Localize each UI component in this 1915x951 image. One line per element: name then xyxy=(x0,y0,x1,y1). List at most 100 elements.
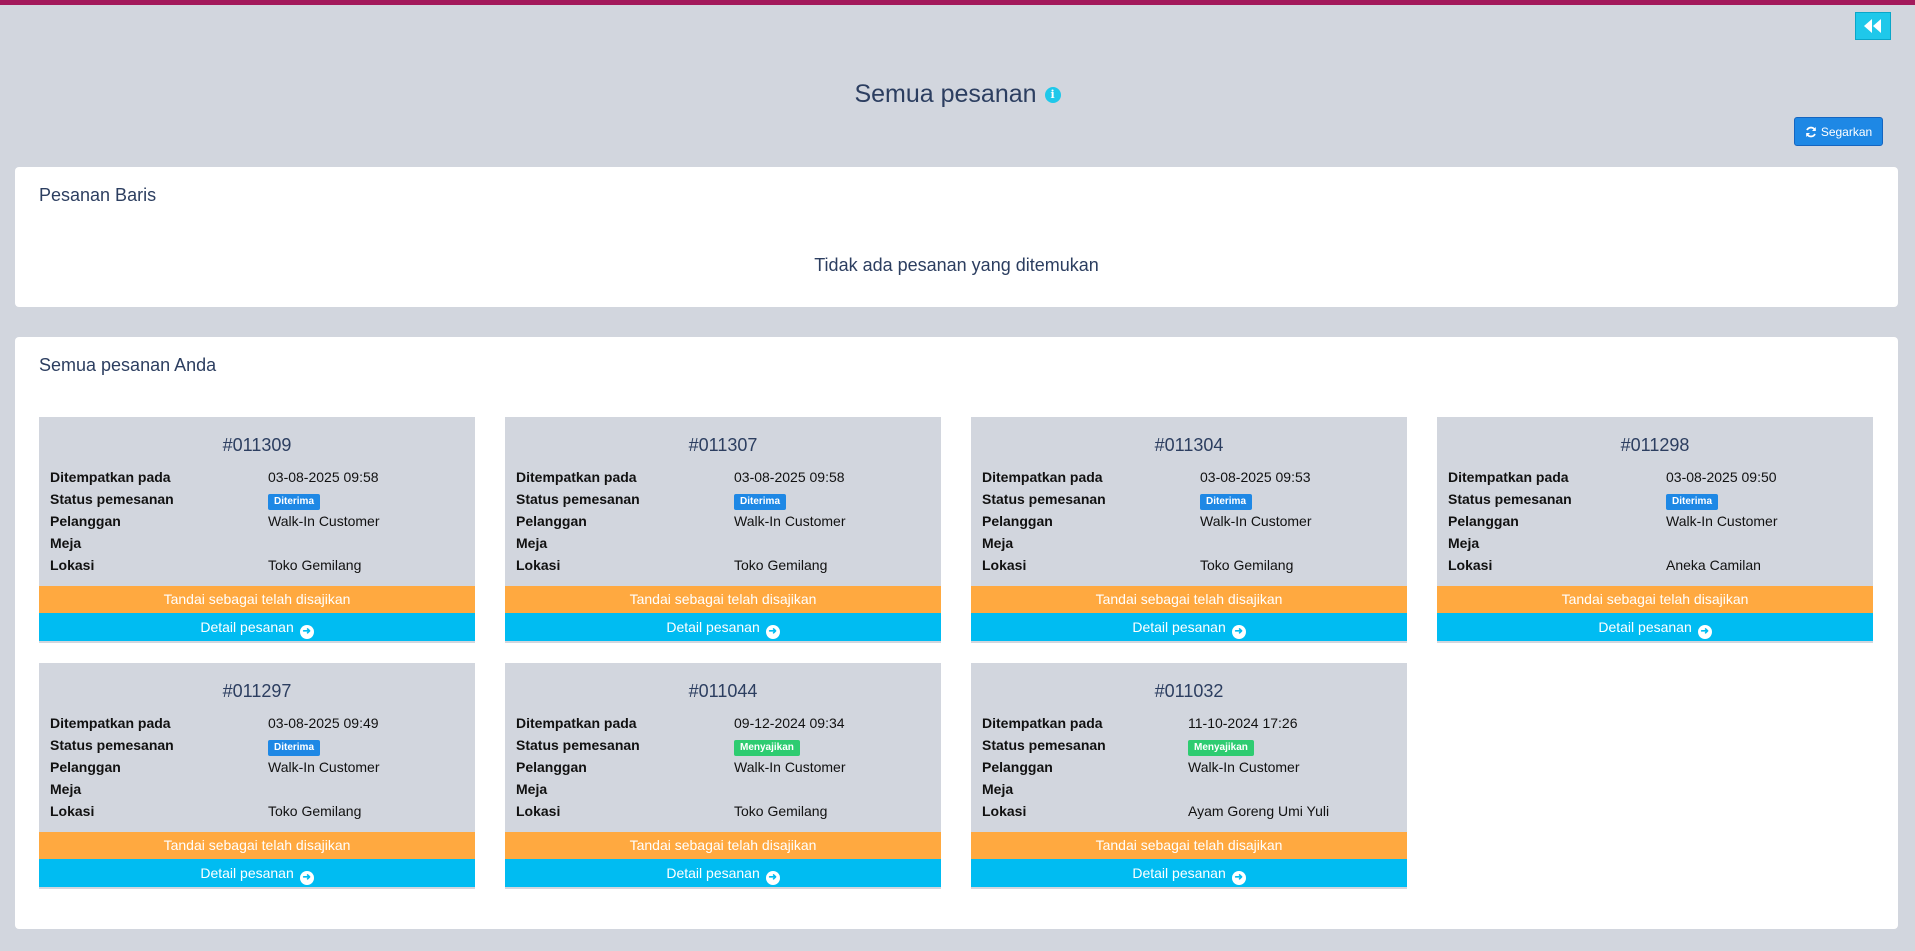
order-detail-label: Detail pesanan xyxy=(1132,619,1226,635)
order-detail-button[interactable]: Detail pesanan ➜ xyxy=(1437,613,1873,641)
customer-value: Walk-In Customer xyxy=(734,759,846,775)
status-label: Status pemesanan xyxy=(982,491,1106,507)
status-label: Status pemesanan xyxy=(516,491,640,507)
arrow-circle-right-icon: ➜ xyxy=(765,871,780,885)
order-card: #011309 Ditempatkan pada 03-08-2025 09:5… xyxy=(39,417,475,643)
location-row: Lokasi Ayam Goreng Umi Yuli xyxy=(982,803,1402,823)
placed-value: 03-08-2025 09:58 xyxy=(268,469,379,485)
placed-row: Ditempatkan pada 03-08-2025 09:50 xyxy=(1448,469,1868,489)
customer-label: Pelanggan xyxy=(516,513,587,529)
table-label: Meja xyxy=(982,535,1014,551)
placed-value: 03-08-2025 09:58 xyxy=(734,469,845,485)
mark-served-button[interactable]: Tandai sebagai telah disajikan xyxy=(971,832,1407,859)
order-card: #011304 Ditempatkan pada 03-08-2025 09:5… xyxy=(971,417,1407,643)
customer-row: Pelanggan Walk-In Customer xyxy=(516,759,936,779)
order-id: #011044 xyxy=(688,681,758,701)
order-card: #011297 Ditempatkan pada 03-08-2025 09:4… xyxy=(39,663,475,889)
mark-served-button[interactable]: Tandai sebagai telah disajikan xyxy=(505,832,941,859)
location-value: Toko Gemilang xyxy=(1200,557,1294,573)
placed-row: Ditempatkan pada 03-08-2025 09:58 xyxy=(50,469,470,489)
location-label: Lokasi xyxy=(50,557,95,573)
customer-value: Walk-In Customer xyxy=(1188,759,1300,775)
placed-value: 03-08-2025 09:53 xyxy=(1200,469,1311,485)
customer-label: Pelanggan xyxy=(982,759,1053,775)
status-row: Status pemesanan Diterima xyxy=(50,491,470,511)
refresh-label: Segarkan xyxy=(1820,124,1873,139)
refresh-button[interactable]: Segarkan xyxy=(1794,117,1883,146)
table-label: Meja xyxy=(1448,535,1480,551)
page-title-text: Semua pesanan xyxy=(854,80,1037,108)
collapse-button[interactable] xyxy=(1855,12,1891,40)
table-row: Meja xyxy=(1448,535,1868,555)
status-label: Status pemesanan xyxy=(1448,491,1572,507)
customer-label: Pelanggan xyxy=(50,759,121,775)
table-row: Meja xyxy=(516,535,936,555)
table-row: Meja xyxy=(50,535,470,555)
customer-row: Pelanggan Walk-In Customer xyxy=(50,513,470,533)
status-row: Status pemesanan Diterima xyxy=(516,491,936,511)
table-row: Meja xyxy=(982,781,1402,801)
customer-label: Pelanggan xyxy=(50,513,121,529)
empty-message: Tidak ada pesanan yang ditemukan xyxy=(814,255,1099,275)
arrow-circle-right-icon: ➜ xyxy=(299,871,314,885)
location-row: Lokasi Toko Gemilang xyxy=(50,803,470,823)
status-badge: Menyajikan xyxy=(1188,740,1254,756)
placed-row: Ditempatkan pada 11-10-2024 17:26 xyxy=(982,715,1402,735)
order-detail-label: Detail pesanan xyxy=(666,619,760,635)
placed-row: Ditempatkan pada 09-12-2024 09:34 xyxy=(516,715,936,735)
arrow-circle-right-icon: ➜ xyxy=(1231,625,1246,639)
order-id: #011297 xyxy=(222,681,292,701)
status-badge: Diterima xyxy=(734,494,787,510)
table-label: Meja xyxy=(50,535,82,551)
location-value: Toko Gemilang xyxy=(268,803,362,819)
location-row: Lokasi Toko Gemilang xyxy=(516,803,936,823)
customer-label: Pelanggan xyxy=(982,513,1053,529)
order-detail-label: Detail pesanan xyxy=(200,865,294,881)
status-label: Status pemesanan xyxy=(50,491,174,507)
customer-row: Pelanggan Walk-In Customer xyxy=(50,759,470,779)
table-label: Meja xyxy=(50,781,82,797)
status-row: Status pemesanan Diterima xyxy=(1448,491,1868,511)
location-value: Toko Gemilang xyxy=(734,803,828,819)
arrow-circle-right-icon: ➜ xyxy=(1697,625,1712,639)
info-icon[interactable]: i xyxy=(1044,87,1061,104)
order-card: #011298 Ditempatkan pada 03-08-2025 09:5… xyxy=(1437,417,1873,643)
location-label: Lokasi xyxy=(516,557,561,573)
mark-served-button[interactable]: Tandai sebagai telah disajikan xyxy=(971,586,1407,613)
arrow-circle-right-icon: ➜ xyxy=(765,625,780,639)
order-detail-button[interactable]: Detail pesanan ➜ xyxy=(39,859,475,887)
placed-label: Ditempatkan pada xyxy=(1448,469,1569,485)
placed-label: Ditempatkan pada xyxy=(516,469,637,485)
customer-row: Pelanggan Walk-In Customer xyxy=(982,759,1402,779)
status-badge: Diterima xyxy=(1200,494,1253,510)
order-detail-button[interactable]: Detail pesanan ➜ xyxy=(971,613,1407,641)
mark-served-button[interactable]: Tandai sebagai telah disajikan xyxy=(39,586,475,613)
customer-row: Pelanggan Walk-In Customer xyxy=(516,513,936,533)
placed-row: Ditempatkan pada 03-08-2025 09:53 xyxy=(982,469,1402,489)
placed-label: Ditempatkan pada xyxy=(982,469,1103,485)
location-label: Lokasi xyxy=(982,557,1027,573)
location-label: Lokasi xyxy=(516,803,561,819)
order-id: #011304 xyxy=(1154,435,1224,455)
order-detail-button[interactable]: Detail pesanan ➜ xyxy=(39,613,475,641)
customer-value: Walk-In Customer xyxy=(1666,513,1778,529)
status-row: Status pemesanan Diterima xyxy=(50,737,470,757)
mark-served-button[interactable]: Tandai sebagai telah disajikan xyxy=(1437,586,1873,613)
order-detail-button[interactable]: Detail pesanan ➜ xyxy=(505,859,941,887)
table-label: Meja xyxy=(516,535,548,551)
order-detail-button[interactable]: Detail pesanan ➜ xyxy=(505,613,941,641)
customer-label: Pelanggan xyxy=(1448,513,1519,529)
mark-served-button[interactable]: Tandai sebagai telah disajikan xyxy=(505,586,941,613)
placed-value: 03-08-2025 09:49 xyxy=(268,715,379,731)
order-detail-button[interactable]: Detail pesanan ➜ xyxy=(971,859,1407,887)
customer-label: Pelanggan xyxy=(516,759,587,775)
table-label: Meja xyxy=(982,781,1014,797)
customer-row: Pelanggan Walk-In Customer xyxy=(982,513,1402,533)
status-label: Status pemesanan xyxy=(516,737,640,753)
mark-served-button[interactable]: Tandai sebagai telah disajikan xyxy=(39,832,475,859)
arrow-circle-right-icon: ➜ xyxy=(1231,871,1246,885)
customer-value: Walk-In Customer xyxy=(1200,513,1312,529)
order-card: #011044 Ditempatkan pada 09-12-2024 09:3… xyxy=(505,663,941,889)
status-row: Status pemesanan Diterima xyxy=(982,491,1402,511)
line-orders-panel: Pesanan Baris Tidak ada pesanan yang dit… xyxy=(15,167,1898,307)
